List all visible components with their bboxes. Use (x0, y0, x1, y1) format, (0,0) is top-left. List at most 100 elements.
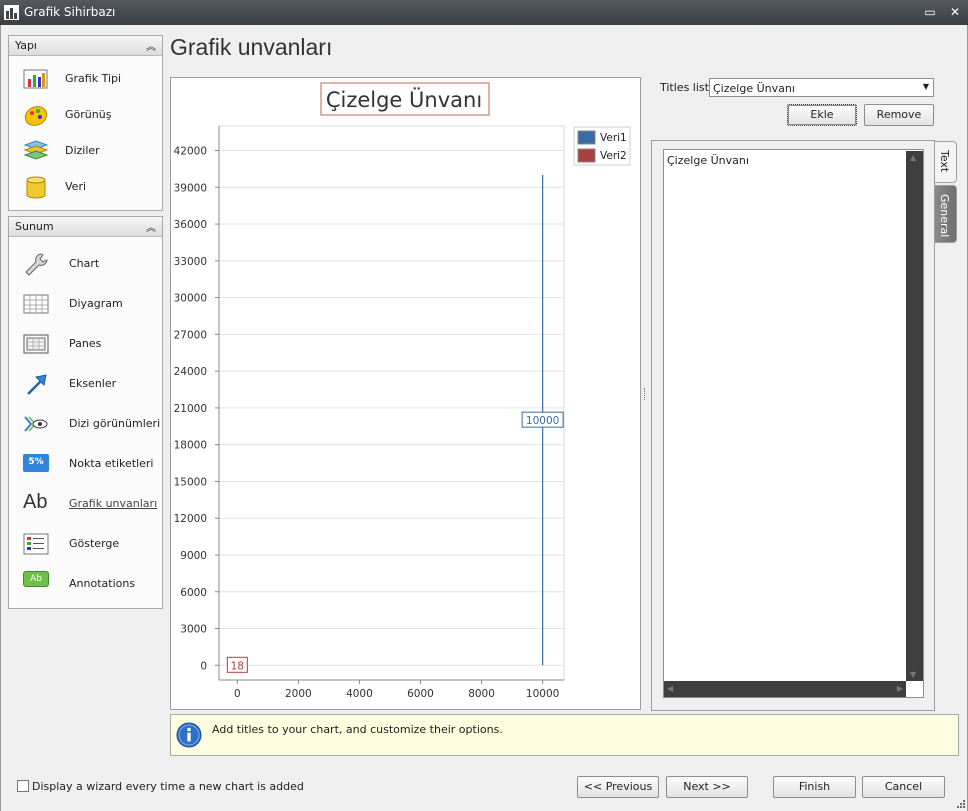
nav-item-label: Panes (69, 337, 102, 350)
y-tick-label: 12000 (174, 513, 207, 525)
chart-preview-pane: Çizelge Ünvanı 0 3000 6000 9000 12000 15000 180… (170, 77, 641, 710)
nav-item-label: Eksenler (69, 377, 117, 390)
x-tick-label: 8000 (468, 688, 495, 700)
nav-item-diyagram[interactable]: Diyagram (9, 286, 162, 322)
chart-title: Çizelge Ünvanı (326, 87, 482, 112)
title-bar: Grafik Sihirbazı ▭ ✕ (0, 0, 968, 25)
nav-item-label: Nokta etiketleri (69, 457, 154, 470)
splitter-handle[interactable] (644, 388, 647, 400)
nav-item-label: Grafik unvanları (69, 497, 158, 510)
nav-group-yapi: Yapı ︽ Grafik Tipi Görünüş Diziler Veri (8, 35, 163, 211)
palette-icon (24, 106, 48, 126)
layers-icon (23, 140, 49, 160)
y-tick-label: 18000 (174, 440, 207, 452)
window-title: Grafik Sihirbazı (24, 5, 116, 19)
previous-button[interactable]: << Previous (577, 776, 659, 798)
nav-group-title: Yapı (15, 39, 37, 52)
y-tick-label: 15000 (174, 476, 207, 488)
title-text-value: Çizelge Ünvanı (667, 154, 749, 167)
point-label-icon: 5% (23, 454, 49, 472)
legend-swatch (577, 148, 596, 163)
nav-item-grafik-unvanlari[interactable]: Ab Grafik unvanları (9, 486, 162, 522)
nav-item-panes[interactable]: Panes (9, 326, 162, 362)
nav-group-title: Sunum (15, 220, 54, 233)
horizontal-scrollbar[interactable]: ◀ ▶ (664, 681, 906, 697)
nav-item-veri[interactable]: Veri (9, 169, 162, 205)
y-tick-label: 21000 (174, 403, 207, 415)
annotation-icon: Ab (23, 571, 49, 587)
y-tick-label: 36000 (174, 219, 207, 231)
page-title: Grafik unvanları (170, 34, 333, 60)
nav-item-dizi-gorunumleri[interactable]: Dizi görünümleri (9, 406, 162, 442)
y-tick-label: 39000 (174, 182, 207, 194)
titles-list-value: Çizelge Ünvanı (713, 82, 795, 95)
nav-item-nokta-etiketleri[interactable]: 5% Nokta etiketleri (9, 446, 162, 482)
next-button[interactable]: Next >> (666, 776, 748, 798)
title-text-area[interactable]: Çizelge Ünvanı (663, 149, 924, 698)
tab-general[interactable]: General (935, 185, 957, 243)
nav-item-chart[interactable]: Chart (9, 246, 162, 282)
database-icon (26, 176, 46, 199)
annotation-glyph: Ab (30, 574, 42, 584)
nav-group-header-sunum[interactable]: Sunum ︽ (9, 217, 162, 237)
legend-icon (23, 533, 49, 555)
nav-item-gorunus[interactable]: Görünüş (9, 97, 162, 133)
y-tick-label: 6000 (180, 587, 207, 599)
nav-item-label: Diyagram (69, 297, 123, 310)
hint-text: Add titles to your chart, and customize … (212, 723, 503, 736)
collapse-chevron-icon[interactable]: ︽ (146, 219, 156, 234)
chart-svg: Çizelge Ünvanı03000600090001200015000180… (174, 82, 631, 700)
wrench-icon (25, 253, 48, 276)
hint-bar: Add titles to your chart, and customize … (170, 714, 959, 756)
x-tick-label: 4000 (346, 688, 373, 700)
show-wizard-checkbox[interactable] (17, 780, 29, 792)
y-tick-label: 42000 (174, 146, 207, 158)
nav-item-label: Dizi görünümleri (69, 417, 161, 430)
legend-label: Veri1 (600, 132, 627, 144)
y-tick-label: 30000 (174, 293, 207, 305)
tab-label: Text (938, 150, 951, 173)
nav-item-label: Chart (69, 257, 100, 270)
axis-arrow-icon (27, 374, 47, 395)
title-ab-icon: Ab (23, 491, 48, 513)
scroll-left-icon[interactable]: ◀ (667, 684, 673, 693)
remove-title-button[interactable]: Remove (864, 104, 934, 126)
nav-item-grafik-tipi[interactable]: Grafik Tipi (9, 61, 162, 97)
nav-group-sunum: Sunum ︽ Chart Diyagram Panes Eksenler Di… (8, 216, 163, 609)
dropdown-arrow-icon[interactable]: ▼ (923, 82, 929, 91)
add-title-button[interactable]: Ekle (787, 104, 857, 126)
nav-group-header-yapi[interactable]: Yapı ︽ (9, 36, 162, 56)
vertical-scrollbar[interactable]: ▲ ▼ (906, 151, 923, 681)
x-tick-label: 2000 (285, 688, 312, 700)
show-wizard-checkbox-label: Display a wizard every time a new chart … (32, 780, 304, 793)
data-label: 18 (231, 660, 244, 672)
grid-icon (23, 294, 49, 314)
nav-item-gosterge[interactable]: Gösterge (9, 526, 162, 562)
titles-list-label: Titles list: (660, 81, 713, 94)
x-tick-label: 6000 (407, 688, 434, 700)
y-tick-label: 24000 (174, 366, 207, 378)
series-view-icon (24, 416, 48, 432)
resize-grip-icon[interactable] (956, 799, 966, 809)
point-label-badge: 5% (28, 457, 44, 467)
nav-item-annotations[interactable]: Ab Annotations (9, 566, 162, 602)
nav-item-label: Annotations (69, 577, 136, 590)
scroll-right-icon[interactable]: ▶ (897, 684, 903, 693)
y-tick-label: 33000 (174, 256, 207, 268)
scroll-down-icon[interactable]: ▼ (910, 670, 916, 679)
y-tick-label: 0 (200, 660, 207, 672)
tab-text[interactable]: Text (935, 141, 957, 183)
titles-list-combo[interactable]: Çizelge Ünvanı ▼ (709, 78, 934, 97)
scroll-up-icon[interactable]: ▲ (910, 153, 916, 162)
y-tick-label: 3000 (180, 624, 207, 636)
panes-icon (23, 334, 49, 354)
finish-button[interactable]: Finish (773, 776, 856, 798)
nav-item-diziler[interactable]: Diziler (9, 133, 162, 169)
nav-item-eksenler[interactable]: Eksenler (9, 366, 162, 402)
plot-area (218, 125, 565, 681)
close-icon[interactable]: ✕ (947, 4, 963, 20)
cancel-button[interactable]: Cancel (862, 776, 945, 798)
minimize-icon[interactable]: ▭ (922, 4, 938, 20)
collapse-chevron-icon[interactable]: ︽ (146, 38, 156, 53)
x-tick-label: 10000 (526, 688, 559, 700)
